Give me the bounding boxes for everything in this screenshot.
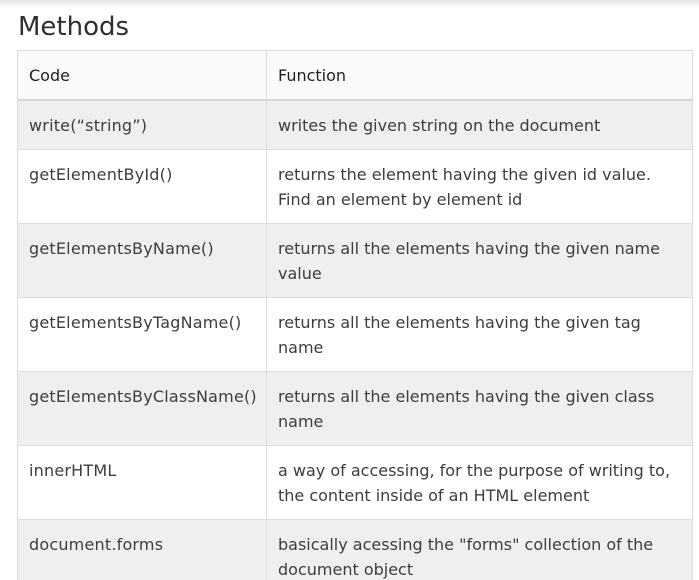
column-header-function: Function [266,50,693,101]
method-code: getElementsByClassName() [17,371,267,446]
table-row: getElementById() returns the element hav… [17,149,693,224]
table-row: write(“string”) writes the given string … [17,99,693,150]
table-row: getElementsByTagName() returns all the e… [17,297,693,372]
method-description: writes the given string on the document [266,99,693,150]
method-description: returns all the elements having the give… [266,371,693,446]
method-code: getElementsByTagName() [17,297,267,372]
method-description: returns all the elements having the give… [266,223,693,298]
method-code: innerHTML [17,445,267,520]
top-shadow [0,0,699,8]
method-code: getElementsByName() [17,223,267,298]
method-description: returns all the elements having the give… [266,297,693,372]
method-description: returns the element having the given id … [266,149,693,224]
method-code: document.forms [17,519,267,580]
column-header-code: Code [17,50,267,101]
table-header-row: Code Function [17,50,693,101]
table-row: getElementsByName() returns all the elem… [17,223,693,298]
method-description: basically acessing the "forms" collectio… [266,519,693,580]
page-title: Methods [18,12,130,42]
table-row: getElementsByClassName() returns all the… [17,371,693,446]
table-row: innerHTML a way of accessing, for the pu… [17,445,693,520]
methods-table: Code Function write(“string”) writes the… [17,50,693,580]
method-code: getElementById() [17,149,267,224]
method-description: a way of accessing, for the purpose of w… [266,445,693,520]
table-row: document.forms basically acessing the "f… [17,519,693,580]
method-code: write(“string”) [17,99,267,150]
page: Methods Code Function write(“string”) wr… [0,0,699,580]
